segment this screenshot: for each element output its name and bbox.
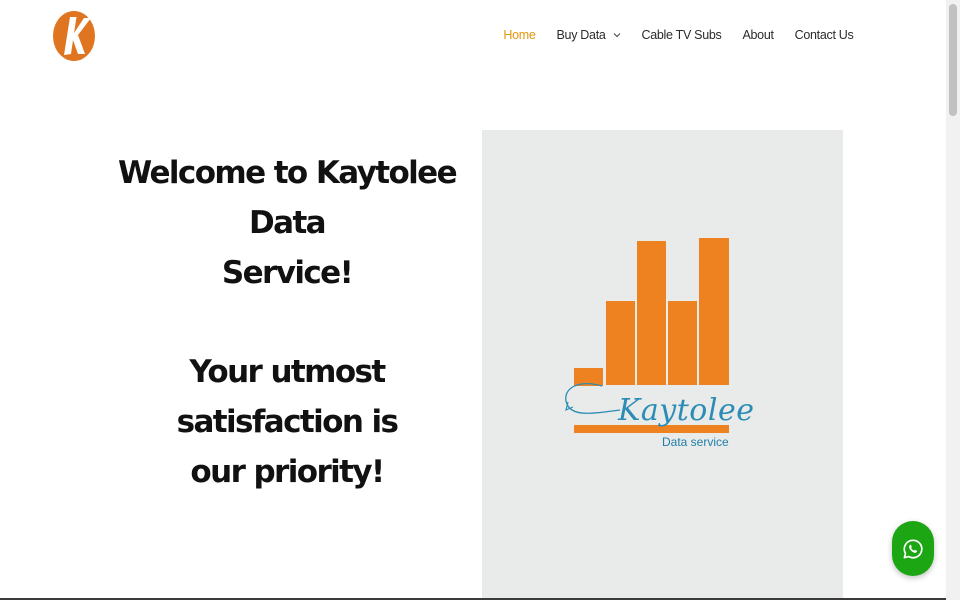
scrollbar-thumb[interactable] bbox=[949, 4, 957, 116]
brand-script-text: Kaytolee bbox=[617, 393, 754, 428]
kaytolee-logo-icon[interactable] bbox=[52, 8, 96, 62]
site-header: Home Buy Data Cable TV Subs About Contac… bbox=[0, 0, 946, 72]
page: Home Buy Data Cable TV Subs About Contac… bbox=[0, 0, 960, 600]
nav-about[interactable]: About bbox=[732, 27, 784, 43]
chevron-down-icon bbox=[613, 33, 620, 38]
whatsapp-icon bbox=[903, 538, 923, 559]
brand-sub-text: Data service bbox=[662, 435, 729, 449]
nav-buy-data-label: Buy Data bbox=[556, 28, 606, 42]
brand-bar-3 bbox=[637, 241, 666, 385]
heading-spacer bbox=[96, 298, 478, 347]
nav-cable-tv-subs-label: Cable TV Subs bbox=[641, 28, 722, 42]
brand-bar-5 bbox=[699, 238, 729, 385]
tagline-line1: Your utmost satisfaction is bbox=[176, 354, 399, 440]
brand-bar-2 bbox=[606, 301, 635, 385]
nav-home-label: Home bbox=[503, 28, 536, 42]
welcome-heading-line1: Welcome to Kaytolee Data bbox=[117, 155, 458, 241]
nav-contact-us-label: Contact Us bbox=[794, 28, 854, 42]
brand-image-panel: Kaytolee Data service bbox=[482, 130, 843, 600]
nav-home[interactable]: Home bbox=[493, 27, 546, 43]
nav-contact-us[interactable]: Contact Us bbox=[784, 27, 864, 43]
hero-heading-block: Welcome to Kaytolee Data Service! Your u… bbox=[96, 148, 478, 497]
welcome-heading-line2: Service! bbox=[221, 255, 354, 291]
kaytolee-brand-graphic: Kaytolee Data service bbox=[565, 238, 754, 449]
whatsapp-chat-button[interactable] bbox=[892, 521, 934, 576]
nav-cable-tv-subs[interactable]: Cable TV Subs bbox=[631, 27, 732, 43]
brand-bar-4 bbox=[668, 301, 697, 385]
brand-swoosh bbox=[565, 383, 621, 414]
tagline-line2: our priority! bbox=[190, 454, 385, 490]
nav-about-label: About bbox=[742, 28, 774, 42]
main-nav: Home Buy Data Cable TV Subs About Contac… bbox=[493, 27, 864, 43]
page-scrollbar[interactable] bbox=[946, 0, 960, 600]
nav-buy-data[interactable]: Buy Data bbox=[546, 27, 631, 43]
